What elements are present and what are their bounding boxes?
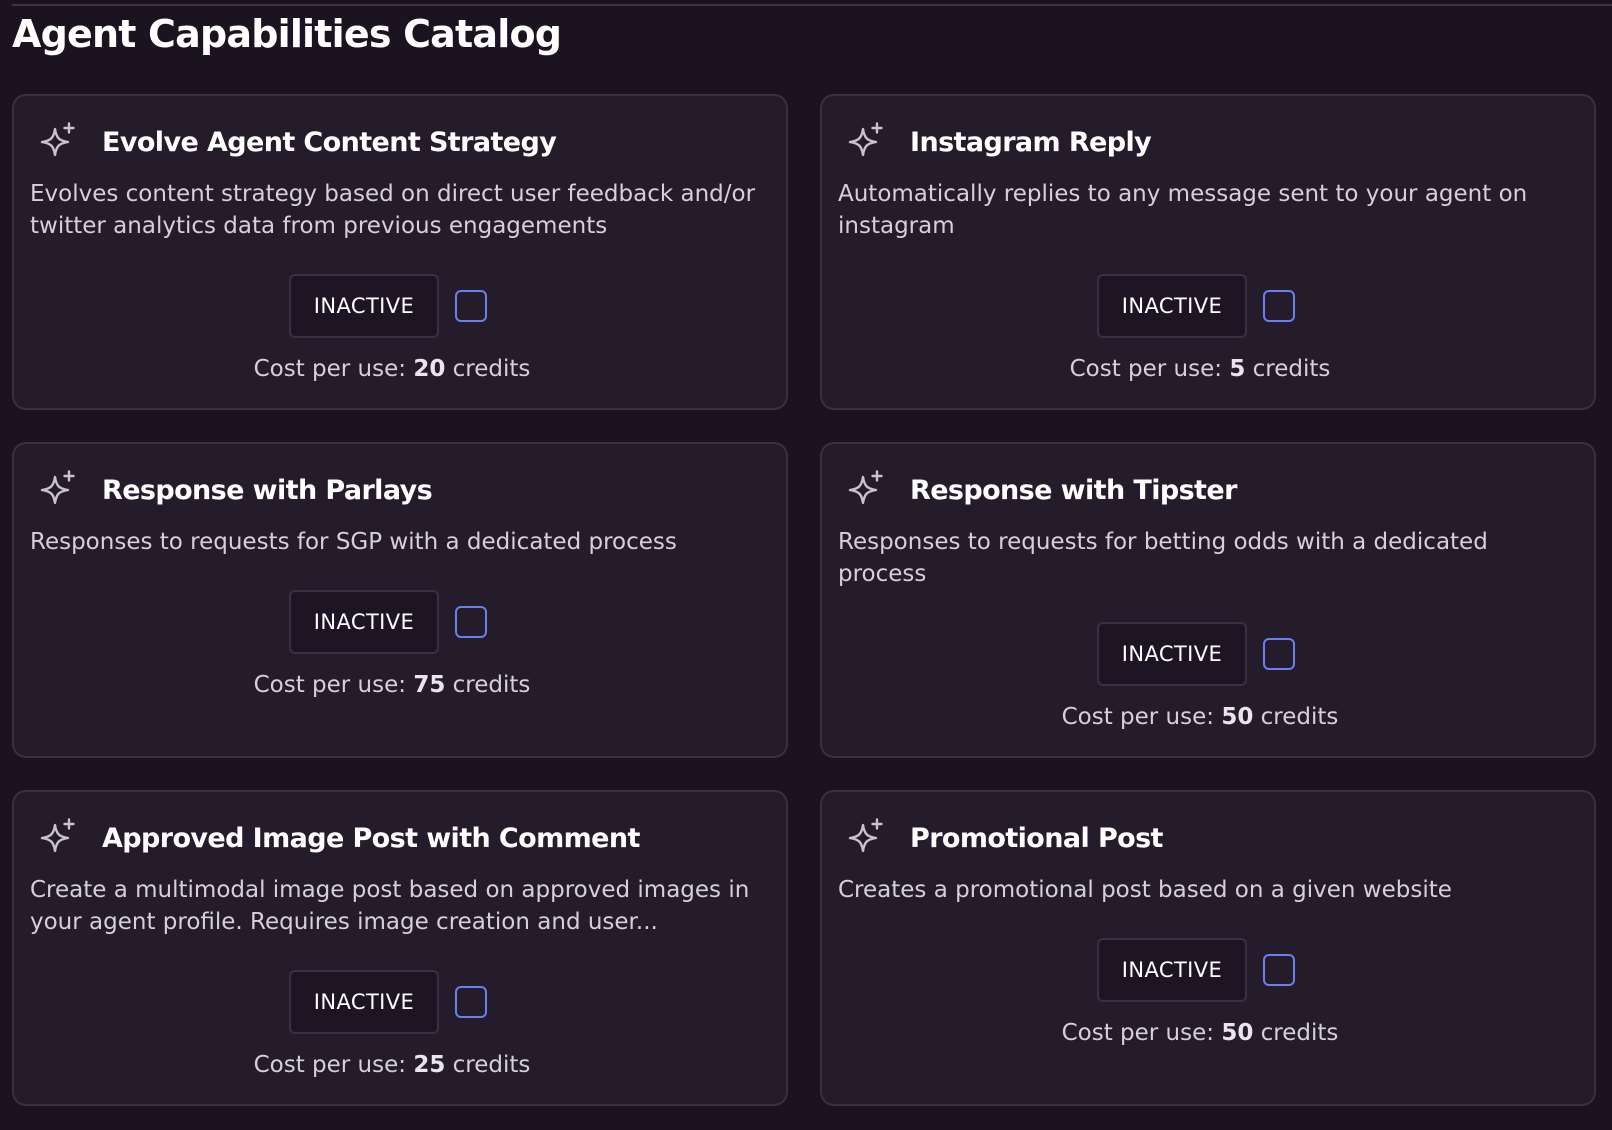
enable-checkbox[interactable] — [1263, 638, 1295, 670]
capability-title: Response with Parlays — [102, 474, 433, 506]
capability-description: Responses to requests for betting odds w… — [838, 529, 1488, 587]
card-controls: INACTIVE — [30, 970, 770, 1034]
capabilities-grid: Evolve Agent Content Strategy Evolves co… — [12, 94, 1596, 1106]
cost-unit: credits — [452, 356, 531, 382]
card-controls: INACTIVE — [838, 938, 1578, 1002]
card-header: Approved Image Post with Comment — [30, 814, 770, 862]
capability-card: Response with Parlays Responses to reque… — [12, 442, 788, 758]
cost-label: Cost per use: — [1061, 704, 1215, 730]
card-controls: INACTIVE — [838, 274, 1578, 338]
cost-value: 20 — [413, 356, 446, 382]
cost-unit: credits — [452, 1052, 531, 1078]
capability-card: Promotional Post Creates a promotional p… — [820, 790, 1596, 1106]
capability-description: Responses to requests for SGP with a ded… — [30, 529, 677, 555]
capability-card: Response with Tipster Responses to reque… — [820, 442, 1596, 758]
cost-value: 50 — [1221, 704, 1254, 730]
capability-card: Instagram Reply Automatically replies to… — [820, 94, 1596, 410]
enable-checkbox[interactable] — [455, 606, 487, 638]
enable-checkbox[interactable] — [455, 290, 487, 322]
status-toggle-button[interactable]: INACTIVE — [1097, 938, 1247, 1002]
cost-label: Cost per use: — [253, 672, 407, 698]
capability-title: Approved Image Post with Comment — [102, 822, 640, 854]
sparkle-icon — [848, 818, 883, 853]
sparkle-icon — [40, 470, 75, 505]
cost-value: 5 — [1229, 356, 1246, 382]
page-title: Agent Capabilities Catalog — [12, 12, 562, 56]
cost-unit: credits — [1260, 704, 1339, 730]
capability-description: Creates a promotional post based on a gi… — [838, 877, 1452, 903]
cost-per-use: Cost per use: 50 credits — [838, 704, 1578, 730]
status-toggle-button[interactable]: INACTIVE — [289, 590, 439, 654]
status-toggle-button[interactable]: INACTIVE — [1097, 274, 1247, 338]
cost-per-use: Cost per use: 25 credits — [30, 1052, 770, 1078]
sparkle-icon — [848, 470, 883, 505]
capability-title: Promotional Post — [910, 822, 1163, 854]
cost-unit: credits — [452, 672, 531, 698]
capability-title: Response with Tipster — [910, 474, 1237, 506]
status-toggle-button[interactable]: INACTIVE — [1097, 622, 1247, 686]
cost-label: Cost per use: — [1061, 1020, 1215, 1046]
capability-description: Automatically replies to any message sen… — [838, 181, 1528, 239]
cost-per-use: Cost per use: 20 credits — [30, 356, 770, 382]
cost-label: Cost per use: — [1069, 356, 1223, 382]
status-toggle-button[interactable]: INACTIVE — [289, 274, 439, 338]
card-header: Evolve Agent Content Strategy — [30, 118, 770, 166]
cost-value: 25 — [413, 1052, 446, 1078]
card-controls: INACTIVE — [30, 274, 770, 338]
cost-label: Cost per use: — [253, 356, 407, 382]
card-header: Response with Parlays — [30, 466, 770, 514]
cost-unit: credits — [1252, 356, 1331, 382]
cost-unit: credits — [1260, 1020, 1339, 1046]
sparkle-icon — [40, 122, 75, 157]
enable-checkbox[interactable] — [455, 986, 487, 1018]
card-header: Promotional Post — [838, 814, 1578, 862]
capability-title: Evolve Agent Content Strategy — [102, 126, 557, 158]
card-controls: INACTIVE — [30, 590, 770, 654]
cost-label: Cost per use: — [253, 1052, 407, 1078]
cost-per-use: Cost per use: 50 credits — [838, 1020, 1578, 1046]
capability-title: Instagram Reply — [910, 126, 1152, 158]
sparkle-icon — [848, 122, 883, 157]
enable-checkbox[interactable] — [1263, 290, 1295, 322]
cost-per-use: Cost per use: 5 credits — [838, 356, 1578, 382]
sparkle-icon — [40, 818, 75, 853]
capability-description: Evolves content strategy based on direct… — [30, 181, 756, 239]
cost-per-use: Cost per use: 75 credits — [30, 672, 770, 698]
card-controls: INACTIVE — [838, 622, 1578, 686]
card-header: Response with Tipster — [838, 466, 1578, 514]
capability-card: Approved Image Post with Comment Create … — [12, 790, 788, 1106]
capability-card: Evolve Agent Content Strategy Evolves co… — [12, 94, 788, 410]
enable-checkbox[interactable] — [1263, 954, 1295, 986]
status-toggle-button[interactable]: INACTIVE — [289, 970, 439, 1034]
card-header: Instagram Reply — [838, 118, 1578, 166]
top-divider — [12, 4, 1612, 6]
cost-value: 50 — [1221, 1020, 1254, 1046]
cost-value: 75 — [413, 672, 446, 698]
capability-description: Create a multimodal image post based on … — [30, 877, 750, 935]
